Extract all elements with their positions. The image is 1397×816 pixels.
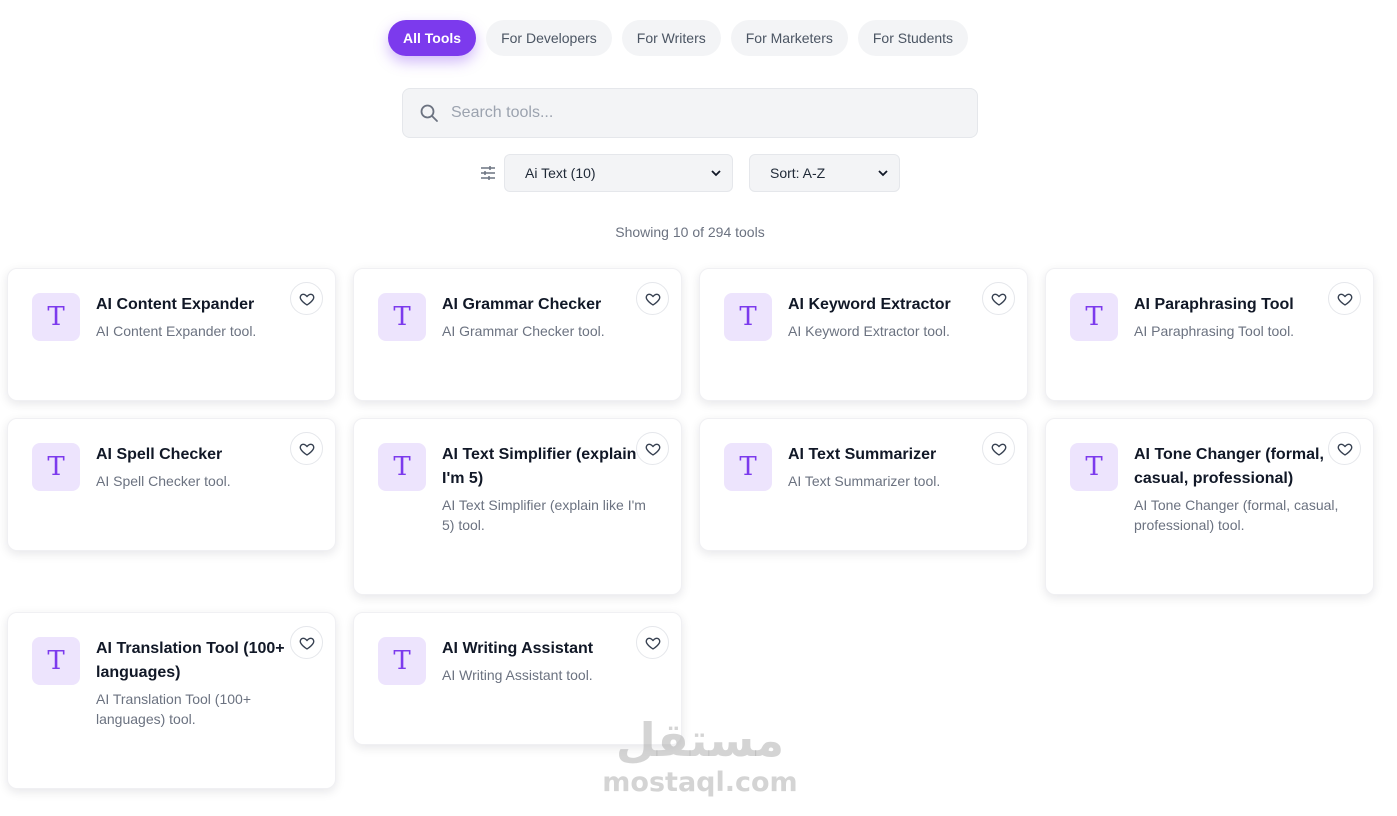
heart-icon [1337, 293, 1352, 306]
tab-for-developers[interactable]: For Developers [486, 20, 612, 56]
search-bar [402, 88, 978, 138]
tool-description: AI Text Summarizer tool. [788, 473, 941, 489]
text-icon: T [32, 443, 80, 491]
tool-card-text-simplifier[interactable]: T AI Text Simplifier (explain like I'm 5… [353, 418, 682, 595]
heart-icon [645, 443, 660, 456]
tool-description: AI Spell Checker tool. [96, 473, 231, 489]
tool-title-line-2: I'm 5) [442, 470, 484, 487]
search-input[interactable] [451, 93, 951, 133]
heart-icon [645, 293, 660, 306]
sort-select-value: Sort: A-Z [770, 165, 826, 181]
tool-card-tone-changer[interactable]: T AI Tone Changer (formal, casual, profe… [1045, 418, 1374, 595]
chevron-down-icon [711, 170, 721, 177]
search-icon [420, 104, 438, 122]
category-select-value: Ai Text (10) [525, 165, 596, 181]
watermark-logo: مستقل mostaql.com [600, 712, 800, 798]
favorite-button[interactable] [290, 626, 323, 659]
favorite-button[interactable] [982, 282, 1015, 315]
tool-card-keyword-extractor[interactable]: T AI Keyword Extractor AI Keyword Extrac… [699, 268, 1028, 401]
text-icon: T [32, 637, 80, 685]
favorite-button[interactable] [1328, 432, 1361, 465]
heart-icon [299, 443, 314, 456]
text-icon: T [32, 293, 80, 341]
favorite-button[interactable] [636, 626, 669, 659]
tool-card-text-summarizer[interactable]: T AI Text Summarizer AI Text Summarizer … [699, 418, 1028, 551]
tool-card-translation-tool[interactable]: T AI Translation Tool (100+ languages) A… [7, 612, 336, 789]
heart-icon [991, 293, 1006, 306]
favorite-button[interactable] [636, 432, 669, 465]
text-icon: T [378, 637, 426, 685]
tool-description: AI Text Simplifier (explain like I'm 5) … [442, 497, 646, 533]
favorite-button[interactable] [982, 432, 1015, 465]
category-select[interactable]: Ai Text (10) [504, 154, 733, 192]
tool-title: AI Tone Changer (formal, casual, profess… [1134, 446, 1324, 487]
tool-card-grammar-checker[interactable]: T AI Grammar Checker AI Grammar Checker … [353, 268, 682, 401]
text-icon: T [1070, 293, 1118, 341]
text-icon: T [724, 293, 772, 341]
tab-for-students[interactable]: For Students [857, 20, 969, 56]
text-icon: T [378, 443, 426, 491]
heart-icon [645, 637, 660, 650]
chevron-down-icon [878, 170, 888, 177]
tool-card-spell-checker[interactable]: T AI Spell Checker AI Spell Checker tool… [7, 418, 336, 551]
tab-all-tools[interactable]: All Tools [388, 20, 477, 56]
tool-description: AI Grammar Checker tool. [442, 323, 605, 339]
tab-for-marketers[interactable]: For Marketers [730, 20, 848, 56]
tool-card-paraphrasing-tool[interactable]: T AI Paraphrasing Tool AI Paraphrasing T… [1045, 268, 1374, 401]
tool-description: AI Tone Changer (formal, casual, profess… [1134, 497, 1339, 533]
tool-title-line-1: AI Text Simplifier (explain like [442, 446, 642, 463]
tool-description: AI Keyword Extractor tool. [788, 323, 950, 339]
results-count: Showing 10 of 294 tools [615, 224, 765, 240]
text-icon: T [1070, 443, 1118, 491]
text-icon: T [378, 293, 426, 341]
favorite-button[interactable] [290, 282, 323, 315]
category-tabs: All Tools For Developers For Writers For… [388, 20, 969, 56]
favorite-button[interactable] [290, 432, 323, 465]
tool-card-content-expander[interactable]: T AI Content Expander AI Content Expande… [7, 268, 336, 401]
tab-for-writers[interactable]: For Writers [621, 20, 721, 56]
tool-description: AI Paraphrasing Tool tool. [1134, 323, 1295, 339]
text-icon: T [724, 443, 772, 491]
heart-icon [991, 443, 1006, 456]
watermark-latin: mostaql.com [602, 767, 798, 798]
tools-page: All Tools For Developers For Writers For… [0, 0, 1397, 816]
tool-description: AI Content Expander tool. [96, 323, 257, 339]
heart-icon [1337, 443, 1352, 456]
favorite-button[interactable] [1328, 282, 1361, 315]
watermark-arabic: مستقل [615, 713, 785, 767]
sort-select[interactable]: Sort: A-Z [749, 154, 900, 192]
heart-icon [299, 637, 314, 650]
tool-title: AI Translation Tool (100+ languages) [96, 640, 285, 681]
favorite-button[interactable] [636, 282, 669, 315]
tool-description: AI Writing Assistant tool. [442, 667, 593, 683]
heart-icon [299, 293, 314, 306]
tool-description: AI Translation Tool (100+ languages) too… [96, 691, 252, 727]
sliders-icon [481, 166, 495, 180]
